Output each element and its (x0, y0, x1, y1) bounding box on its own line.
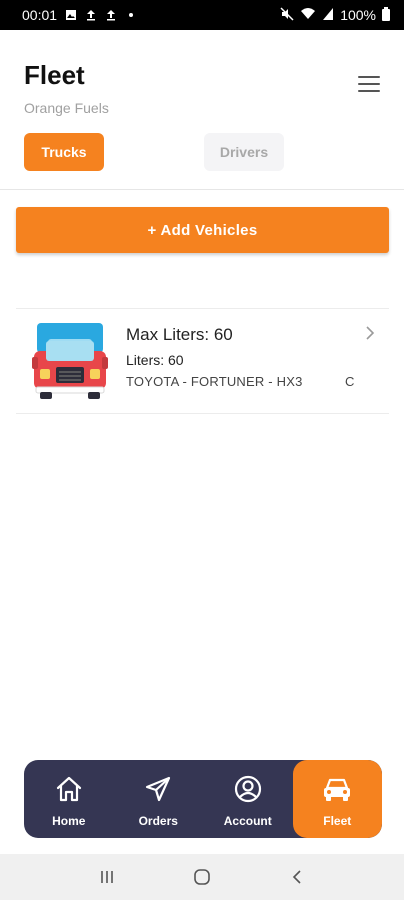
home-icon (53, 773, 85, 805)
upload-icon (85, 9, 97, 21)
nav-fleet-label: Fleet (323, 814, 352, 828)
nav-account-label: Account (223, 814, 272, 828)
truck-icon (32, 321, 108, 399)
recent-apps-icon[interactable] (87, 862, 127, 892)
status-bar: 00:01 100% (0, 0, 404, 30)
send-icon (142, 773, 174, 805)
hamburger-menu-icon[interactable] (358, 76, 380, 92)
tab-drivers[interactable]: Drivers (204, 133, 284, 171)
battery-icon (382, 7, 390, 21)
nav-orders-label: Orders (138, 814, 178, 828)
upload-icon (105, 9, 117, 21)
page-title: Fleet (24, 60, 85, 90)
nav-account[interactable]: Account (203, 760, 293, 838)
image-icon (65, 9, 77, 21)
account-icon (232, 773, 264, 805)
nav-home[interactable]: Home (24, 760, 114, 838)
vehicle-extra: C (345, 374, 355, 389)
app-header: Fleet Orange Fuels Trucks Drivers (0, 30, 404, 190)
vehicle-list-item[interactable]: Max Liters: 60 Liters: 60 TOYOTA - FORTU… (16, 308, 389, 414)
page-subtitle: Orange Fuels (24, 100, 109, 116)
vehicle-description: TOYOTA - FORTUNER - HX3 (126, 374, 302, 389)
nav-home-label: Home (52, 814, 86, 828)
wifi-icon (300, 7, 316, 24)
vehicle-max-liters: Max Liters: 60 (126, 325, 233, 344)
home-button-icon[interactable] (182, 862, 222, 892)
dot-icon (125, 9, 137, 21)
status-time: 00:01 (22, 7, 58, 23)
chevron-right-icon (365, 325, 375, 346)
car-icon (321, 773, 353, 805)
back-icon[interactable] (277, 862, 317, 892)
signal-icon (322, 7, 334, 24)
status-left: 00:01 (22, 7, 137, 23)
status-right: 100% (280, 6, 390, 24)
vehicle-liters: Liters: 60 (126, 352, 184, 368)
mute-icon (280, 6, 294, 24)
battery-level: 100% (340, 7, 376, 23)
nav-orders[interactable]: Orders (114, 760, 204, 838)
header-divider (0, 189, 404, 190)
nav-fleet[interactable]: Fleet (292, 760, 382, 838)
system-nav-bar (0, 854, 404, 900)
bottom-nav: Home Orders Account Fleet (24, 760, 382, 838)
tab-trucks[interactable]: Trucks (24, 133, 104, 171)
add-vehicles-button[interactable]: + Add Vehicles (16, 207, 389, 253)
